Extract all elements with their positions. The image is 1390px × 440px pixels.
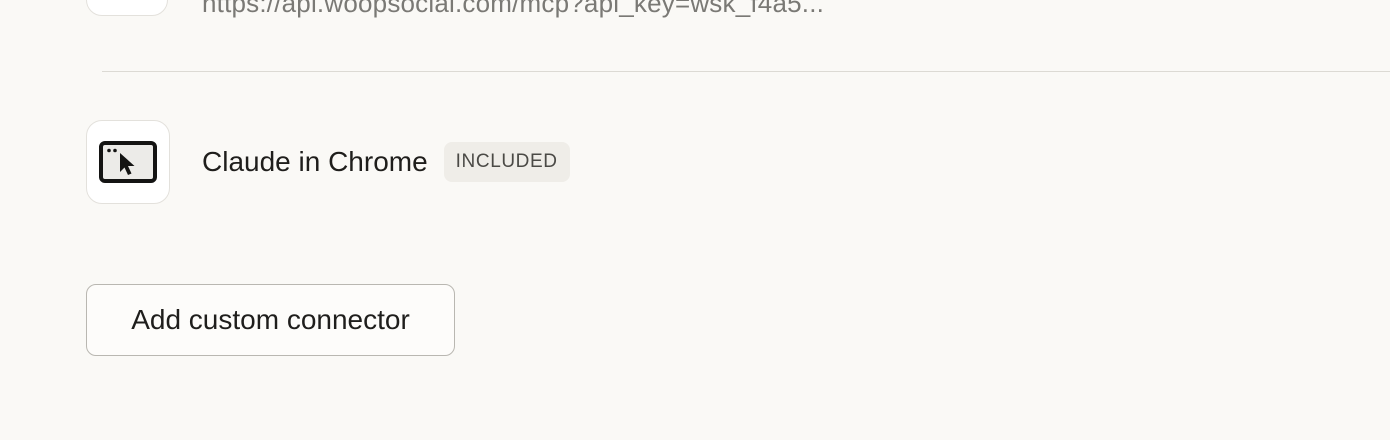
previous-connector-icon <box>86 0 168 16</box>
connector-icon-box <box>86 120 170 204</box>
connector-row-claude-in-chrome[interactable]: Claude in Chrome INCLUDED <box>86 120 570 204</box>
connector-name: Claude in Chrome <box>202 146 428 177</box>
included-badge: INCLUDED <box>443 142 570 182</box>
divider <box>102 71 1390 72</box>
browser-cursor-icon <box>99 141 157 183</box>
previous-connector-url: https://api.woopsocial.com/mcp?api_key=w… <box>202 0 825 18</box>
add-custom-connector-button[interactable]: Add custom connector <box>86 284 455 356</box>
connectors-page: https://api.woopsocial.com/mcp?api_key=w… <box>0 0 1390 440</box>
